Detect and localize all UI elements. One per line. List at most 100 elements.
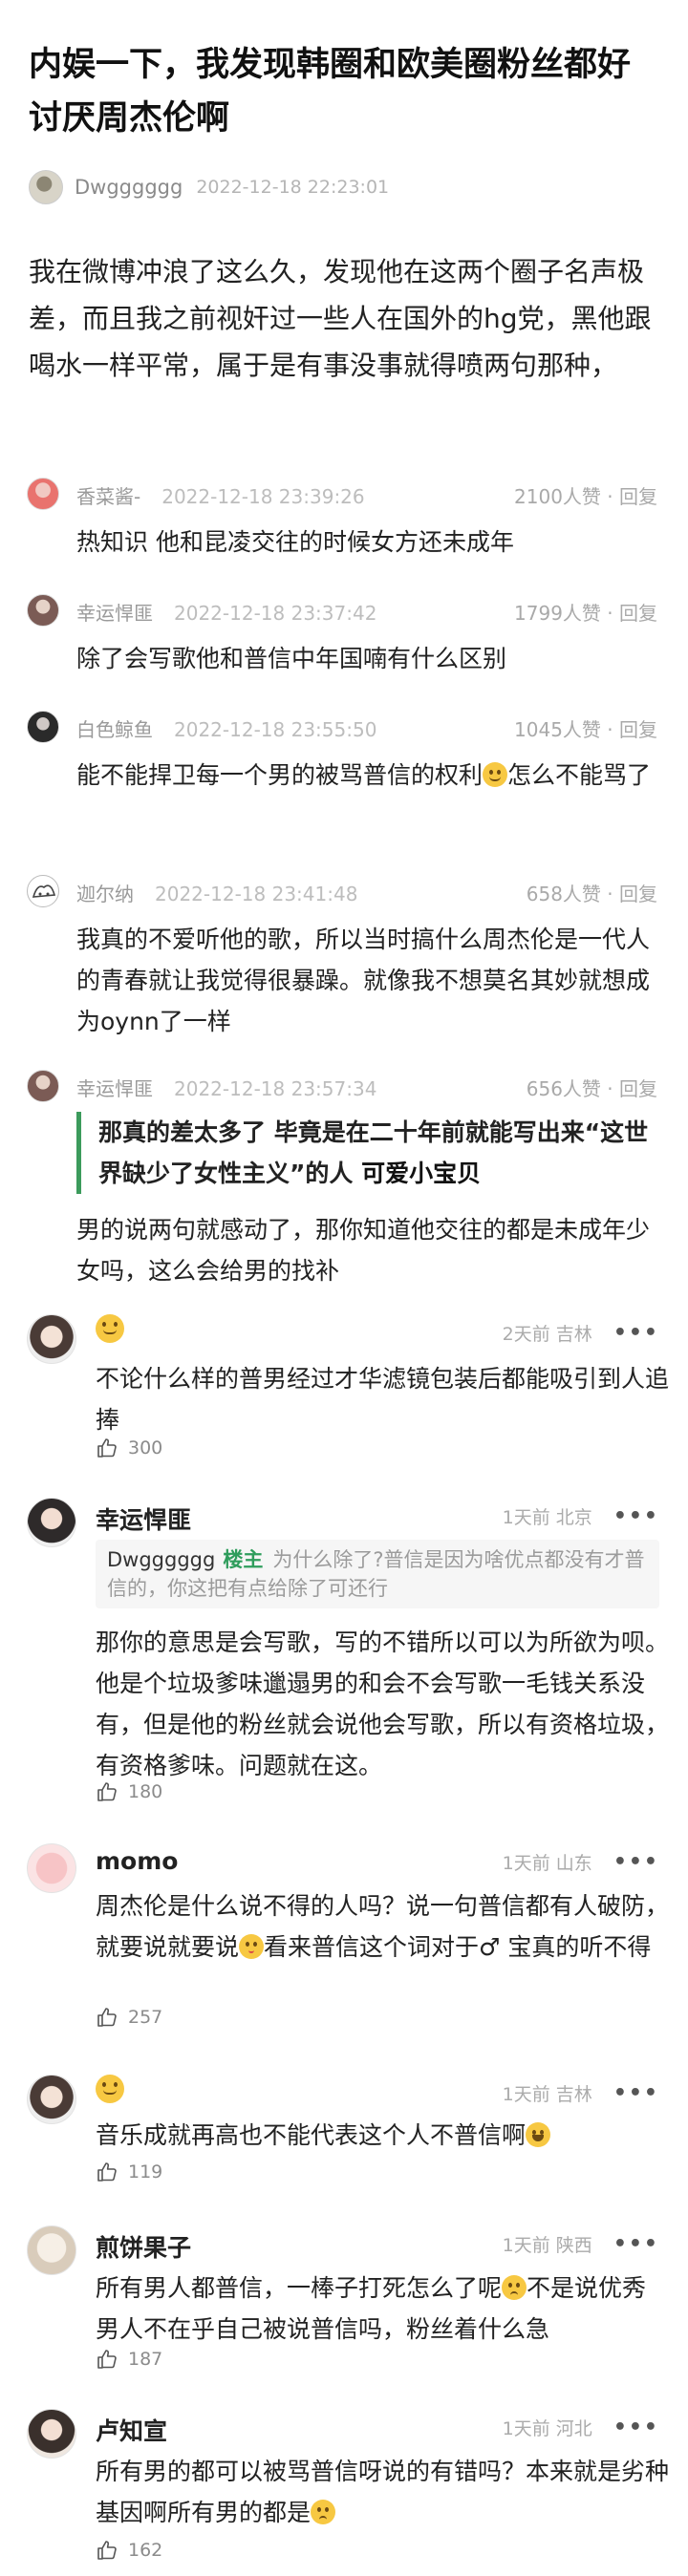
thumbs-up-icon — [97, 2541, 117, 2560]
comment: 1天前 吉林 ••• 音乐成就再高也不能代表这个人不普信啊 119 — [0, 2075, 688, 2189]
like-count: 257 — [128, 2007, 163, 2028]
grinning-emoji-icon — [96, 1314, 124, 1343]
comment-text: 男的说两句就感动了，那你知道他交往的都是未成年少女吗，这么会给男的找补 — [76, 1216, 651, 1285]
comment-author[interactable]: 迦尔纳 — [76, 883, 134, 905]
like-button[interactable]: 300 — [96, 1437, 162, 1459]
comment-time: 2022-12-18 23:57:34 — [174, 1077, 377, 1100]
comment: momo 1天前 山东 ••• 周杰伦是什么说不得的人吗？说一句普信都有人破防，就… — [0, 1843, 688, 2034]
reply-quote[interactable]: Dwgggggg 楼主 为什么除了?普信是因为啥优点都没有才普信的，你这把有点给除了… — [96, 1540, 659, 1608]
avatar[interactable] — [27, 594, 59, 627]
comment-meta: 1天前 陕西 — [502, 2235, 592, 2256]
comment: 幸运悍匪 1天前 北京 ••• Dwgggggg 楼主 为什么除了?普信是因为啥优点都… — [0, 1498, 688, 1813]
pleading-emoji-icon — [311, 2500, 336, 2524]
avatar[interactable] — [29, 170, 63, 204]
avatar[interactable] — [27, 875, 59, 907]
reply-author: Dwgggggg — [107, 1548, 216, 1571]
comment-text: 音乐成就再高也不能代表这个人不普信啊 — [96, 2115, 669, 2156]
comment-meta: 1天前 山东 — [502, 1853, 592, 1874]
avatar[interactable] — [27, 1843, 76, 1893]
comment-text: 周杰伦是什么说不得的人吗？说一句普信都有人破防，就要说就要说 看来普信这个词对于♂… — [96, 1892, 670, 1961]
more-dots-icon[interactable]: ••• — [613, 2416, 659, 2439]
more-dots-icon[interactable]: ••• — [613, 2081, 659, 2105]
comment: 白色鲸鱼 2022-12-18 23:55:50 1045人赞 · 回复 能不能捍… — [0, 711, 688, 835]
comment-author[interactable]: 卢知宣 — [96, 2413, 167, 2447]
comment-text: 所有男的都可以被骂普信呀说的有错吗？本来就是劣种基因啊所有男的都是 — [96, 2458, 670, 2526]
comment-text: 除了会写歌他和普信中年国喃有什么区别 — [76, 645, 507, 672]
kiss-emoji-icon — [239, 1934, 265, 1959]
pleading-emoji-icon — [502, 2275, 527, 2300]
author-name[interactable]: Dwgggggg — [75, 176, 183, 199]
avatar[interactable] — [27, 1498, 76, 1547]
comment-meta: 2天前 吉林 — [502, 1324, 592, 1345]
comment: 幸运悍匪 2022-12-18 23:37:42 1799人赞 · 回复 除了会写… — [0, 594, 688, 680]
more-dots-icon[interactable]: ••• — [613, 1850, 659, 1874]
comment-time: 2022-12-18 23:41:48 — [155, 883, 358, 905]
avatar[interactable] — [27, 1070, 59, 1102]
grinning-emoji-icon — [96, 2075, 124, 2103]
like-button[interactable]: 119 — [96, 2161, 162, 2183]
comment-text: 那你的意思是会写歌，写的不错所以可以为所欲为呗。他是个垃圾爹味邋遢男的和会不会写… — [96, 1629, 670, 1779]
comment-text: 我真的不爱听他的歌，所以当时搞什么周杰伦是一代人的青春就让我觉得很暴躁。就像我不… — [76, 926, 651, 1035]
comment-time: 2022-12-18 23:37:42 — [174, 602, 377, 625]
avatar[interactable] — [27, 2225, 76, 2275]
comment: 幸运悍匪 2022-12-18 23:57:34 656人赞 · 回复 那真的差太… — [0, 1070, 688, 1318]
like-button[interactable]: 257 — [96, 2006, 162, 2029]
like-reply-counter[interactable]: 1799人赞 · 回复 — [514, 598, 657, 626]
like-count: 162 — [128, 2540, 163, 2561]
comment-author[interactable]: 煎饼果子 — [96, 2229, 191, 2264]
thumbs-up-icon — [97, 1438, 117, 1458]
comment: 迦尔纳 2022-12-18 23:41:48 658人赞 · 回复 我真的不爱听… — [0, 875, 688, 1042]
avatar[interactable] — [27, 2409, 76, 2459]
thumbs-up-icon — [97, 2350, 117, 2369]
like-button[interactable]: 180 — [96, 1780, 162, 1803]
comment-author[interactable]: 幸运悍匪 — [76, 602, 153, 625]
more-dots-icon[interactable]: ••• — [613, 2232, 659, 2256]
male-symbol: ♂ — [479, 1933, 501, 1961]
like-count: 187 — [128, 2349, 163, 2370]
avatar[interactable] — [27, 478, 59, 510]
comment-text: 所有男人都普信，一棒子打死怎么了呢 不是说优秀男人不在乎自己被说普信吗，粉丝着什么… — [96, 2274, 647, 2343]
comment-meta: 1天前 北京 — [502, 1507, 592, 1528]
avatar[interactable] — [27, 1314, 76, 1364]
thumbs-up-icon — [97, 2008, 117, 2027]
like-button[interactable]: 162 — [96, 2539, 162, 2562]
like-reply-counter[interactable]: 658人赞 · 回复 — [527, 879, 657, 906]
like-count: 180 — [128, 1781, 163, 1802]
quoted-comment: 那真的差太多了 毕竟是在二十年前就能写出来“这世界缺少了女性主义”的人 可爱小宝… — [76, 1112, 661, 1194]
like-reply-counter[interactable]: 1045人赞 · 回复 — [514, 714, 657, 742]
comment-time: 2022-12-18 23:55:50 — [174, 718, 377, 741]
comment-author[interactable]: 香菜酱- — [76, 485, 140, 508]
like-count: 119 — [128, 2161, 163, 2182]
thumbs-up-icon — [97, 1782, 117, 1801]
thumbs-up-icon — [97, 2162, 117, 2182]
comment-meta: 1天前 河北 — [502, 2418, 592, 2439]
comment: 香菜酱- 2022-12-18 23:39:26 2100人赞 · 回复 热知识 … — [0, 478, 688, 564]
like-button[interactable]: 187 — [96, 2348, 162, 2371]
author-row[interactable]: Dwgggggg 2022-12-18 22:23:01 — [29, 168, 389, 206]
comment-meta: 1天前 吉林 — [502, 2084, 592, 2105]
comment-author[interactable]: 幸运悍匪 — [96, 1501, 191, 1536]
like-count: 300 — [128, 1437, 163, 1458]
avatar[interactable] — [27, 711, 59, 743]
comment-author[interactable]: 幸运悍匪 — [76, 1077, 153, 1100]
avatar[interactable] — [27, 2075, 76, 2124]
like-reply-counter[interactable]: 656人赞 · 回复 — [527, 1074, 657, 1101]
comment: 卢知宣 1天前 河北 ••• 所有男的都可以被骂普信呀说的有错吗？本来就是劣种基因… — [0, 2409, 688, 2571]
more-dots-icon[interactable]: ••• — [613, 1504, 659, 1528]
more-dots-icon[interactable]: ••• — [613, 1321, 659, 1345]
comment: 2天前 吉林 ••• 不论什么样的普男经过才华滤镜包装后都能吸引到人追捧 300 — [0, 1314, 688, 1467]
comment-text: 热知识 他和昆凌交往的时候女方还未成年 — [76, 528, 514, 556]
comment-text: 不论什么样的普男经过才华滤镜包装后都能吸引到人追捧 — [96, 1365, 670, 1434]
laughing-emoji-icon — [526, 2122, 551, 2147]
like-reply-counter[interactable]: 2100人赞 · 回复 — [514, 481, 657, 509]
comment-author[interactable]: 白色鲸鱼 — [76, 718, 153, 741]
op-badge: 楼主 — [223, 1548, 264, 1571]
post-body: 我在微博冲浪了这么久，发现他在这两个圈子名声极差，而且我之前视奸过一些人在国外的… — [29, 256, 652, 381]
post-title: 内娱一下，我发现韩圈和欧美圈粉丝都好讨厌周杰伦啊 — [29, 46, 632, 138]
post-time: 2022-12-18 22:23:01 — [196, 177, 390, 198]
comment-time: 2022-12-18 23:39:26 — [161, 485, 365, 508]
comment-author[interactable]: momo — [96, 1847, 178, 1875]
sweat-smile-emoji-icon — [483, 762, 508, 787]
comment-text: 能不能捍卫每一个男的被骂普信的权利 怎么不能骂了 — [76, 761, 652, 789]
comment: 煎饼果子 1天前 陕西 ••• 所有男人都普信，一棒子打死怎么了呢 不是说优秀男人不… — [0, 2225, 688, 2378]
